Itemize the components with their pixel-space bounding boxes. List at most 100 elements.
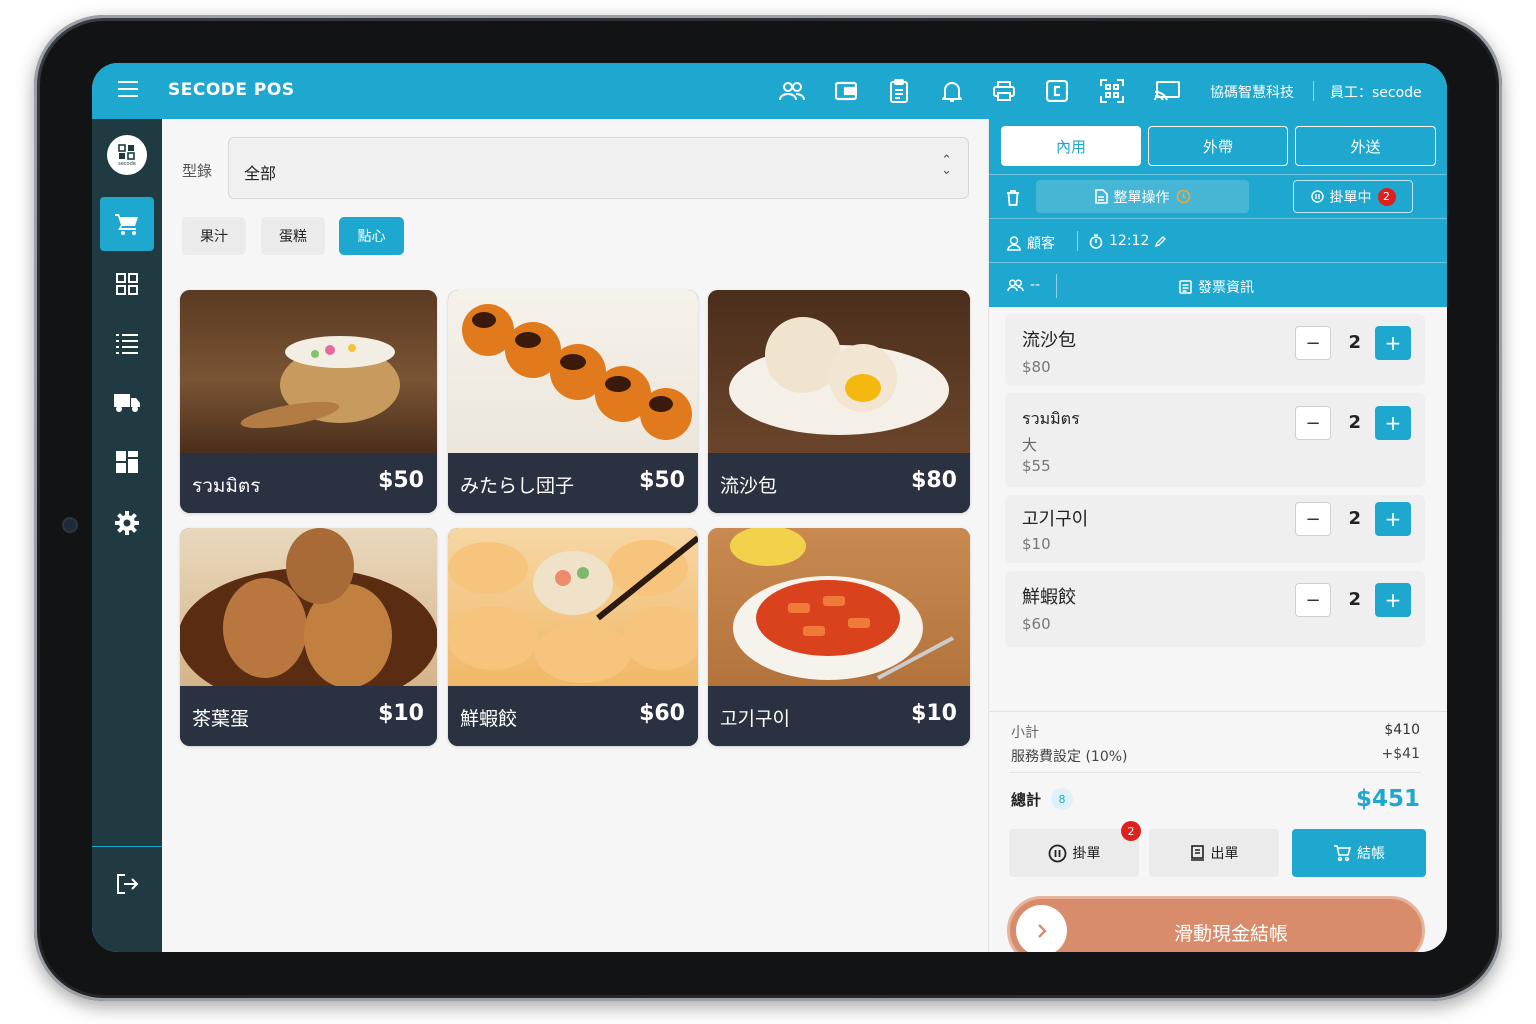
order-header: 內用 外帶 外送 整單操作 掛單中 2 顧客 12:12 -- 發票資訊 <box>989 119 1447 307</box>
receipt-icon <box>1179 280 1192 294</box>
order-item-qty: 2 <box>1348 332 1361 353</box>
decrease-qty-button[interactable]: − <box>1295 406 1331 440</box>
increase-qty-button[interactable]: + <box>1375 406 1411 440</box>
customer-label: 顧客 <box>1027 236 1055 252</box>
order-item-qty: 2 <box>1348 412 1361 433</box>
product-price: $10 <box>378 701 424 726</box>
chip-snack[interactable]: 點心 <box>339 217 404 255</box>
sidebar-item-delivery[interactable] <box>100 375 154 429</box>
slide-to-pay-cash[interactable]: 滑動現金結帳 <box>1007 896 1425 952</box>
order-item-price: $60 <box>1022 615 1051 633</box>
product-info-bar: 流沙包 $80 <box>708 454 970 513</box>
tab-takeout[interactable]: 外帶 <box>1148 126 1288 166</box>
printer-icon[interactable] <box>990 77 1018 105</box>
sidebar: secode <box>92 119 162 952</box>
tab-dine-in[interactable]: 內用 <box>1001 126 1141 166</box>
product-name: みたらし団子 <box>460 475 575 497</box>
sidebar-item-settings[interactable] <box>100 496 154 550</box>
product-card[interactable]: 茶葉蛋 $10 <box>180 528 437 746</box>
order-time[interactable]: 12:12 <box>1089 233 1167 249</box>
product-name: รวมมิตร <box>192 475 261 497</box>
hold-list-button[interactable]: 掛單中 2 <box>1293 180 1413 213</box>
list-icon <box>116 334 138 354</box>
total-label: 總計 <box>1011 790 1042 809</box>
bulk-action-button[interactable]: 整單操作 <box>1036 180 1249 213</box>
product-name: 鮮蝦餃 <box>460 708 518 730</box>
person-icon <box>1007 235 1021 251</box>
product-info-bar: รวมมิตร $50 <box>180 454 437 513</box>
product-card[interactable]: 鮮蝦餃 $60 <box>448 528 698 746</box>
guests-button[interactable]: -- <box>1007 277 1040 293</box>
slide-to-pay-label: 滑動現金結帳 <box>1173 923 1288 945</box>
dashboard-icon <box>116 451 138 473</box>
sidebar-item-dashboard[interactable] <box>100 435 154 489</box>
product-image <box>180 290 437 453</box>
qr-code-icon[interactable] <box>1098 77 1126 105</box>
order-item-name: 流沙包 <box>1022 330 1076 351</box>
product-name: 茶葉蛋 <box>192 708 250 730</box>
order-item-price: $55 <box>1022 457 1051 475</box>
staff-label: 員工：secode <box>1330 85 1422 101</box>
hamburger-menu-icon[interactable] <box>118 81 138 101</box>
print-order-label: 出單 <box>1210 846 1239 862</box>
divider <box>1056 274 1057 298</box>
invoice-button[interactable]: 發票資訊 <box>1179 277 1254 297</box>
order-item: 流沙包 $80 − 2 + <box>1005 314 1425 386</box>
catalog-select[interactable]: 全部 ⌃ ⌄ <box>228 137 969 199</box>
catalog-area: 型錄 全部 ⌃ ⌄ 果汁 蛋糕 點心 รวมมิตร $50 みたらし団子 $50 <box>162 119 988 952</box>
print-order-button[interactable]: 出單 <box>1149 829 1279 877</box>
chip-cake[interactable]: 蛋糕 <box>261 217 325 255</box>
summary-divider <box>989 711 1447 712</box>
register-icon[interactable] <box>1043 77 1071 105</box>
product-card[interactable]: 고기구이 $10 <box>708 528 970 746</box>
clipboard-icon[interactable] <box>885 77 913 105</box>
users-icon[interactable] <box>778 77 806 105</box>
decrease-qty-button[interactable]: − <box>1295 583 1331 617</box>
tab-delivery[interactable]: 外送 <box>1295 126 1436 166</box>
product-card[interactable]: みたらし団子 $50 <box>448 290 698 513</box>
order-time-value: 12:12 <box>1109 233 1150 249</box>
catalog-label: 型錄 <box>182 162 213 180</box>
customer-button[interactable]: 顧客 <box>1007 233 1055 253</box>
increase-qty-button[interactable]: + <box>1375 326 1411 360</box>
front-camera <box>62 517 78 533</box>
hold-order-button[interactable]: 掛單 2 <box>1009 821 1141 877</box>
sidebar-item-list[interactable] <box>100 316 154 370</box>
select-chevron-icon: ⌃ ⌄ <box>941 153 952 178</box>
product-name: 流沙包 <box>720 475 778 497</box>
product-info-bar: 鮮蝦餃 $60 <box>448 687 698 746</box>
service-fee-row: 服務費設定 (10%) +$41 <box>1011 746 1420 766</box>
product-price: $50 <box>639 468 685 493</box>
header-divider <box>989 218 1447 219</box>
pause-circle-icon <box>1310 190 1324 203</box>
product-card[interactable]: 流沙包 $80 <box>708 290 970 513</box>
sidebar-item-logout[interactable] <box>100 857 154 911</box>
grid-icon <box>116 273 138 295</box>
wallet-icon[interactable] <box>832 77 860 105</box>
settings-icon <box>115 511 139 535</box>
decrease-qty-button[interactable]: − <box>1295 502 1331 536</box>
cart-icon <box>115 214 138 235</box>
sidebar-item-grid[interactable] <box>100 257 154 311</box>
app-title: SECODE POS <box>168 80 295 100</box>
product-price: $50 <box>378 468 424 493</box>
bell-icon[interactable] <box>938 77 966 105</box>
service-fee-value: +$41 <box>1381 746 1420 762</box>
order-item-name: 고기구이 <box>1022 509 1089 530</box>
sidebar-item-cart[interactable] <box>100 197 154 251</box>
increase-qty-button[interactable]: + <box>1375 583 1411 617</box>
decrease-qty-button[interactable]: − <box>1295 326 1331 360</box>
hold-order-label: 掛單 <box>1072 846 1101 862</box>
increase-qty-button[interactable]: + <box>1375 502 1411 536</box>
cast-icon[interactable] <box>1153 77 1181 105</box>
total-divider <box>1009 772 1421 773</box>
timer-icon <box>1089 233 1103 249</box>
checkout-button[interactable]: 結帳 <box>1292 829 1426 877</box>
trash-icon[interactable] <box>999 183 1027 211</box>
subtotal-value: $410 <box>1384 722 1420 738</box>
chip-juice[interactable]: 果汁 <box>182 217 246 255</box>
subtotal-row: 小計 $410 <box>1011 722 1420 742</box>
product-card[interactable]: รวมมิตร $50 <box>180 290 437 513</box>
product-image <box>448 290 698 453</box>
order-item-price: $10 <box>1022 535 1051 553</box>
